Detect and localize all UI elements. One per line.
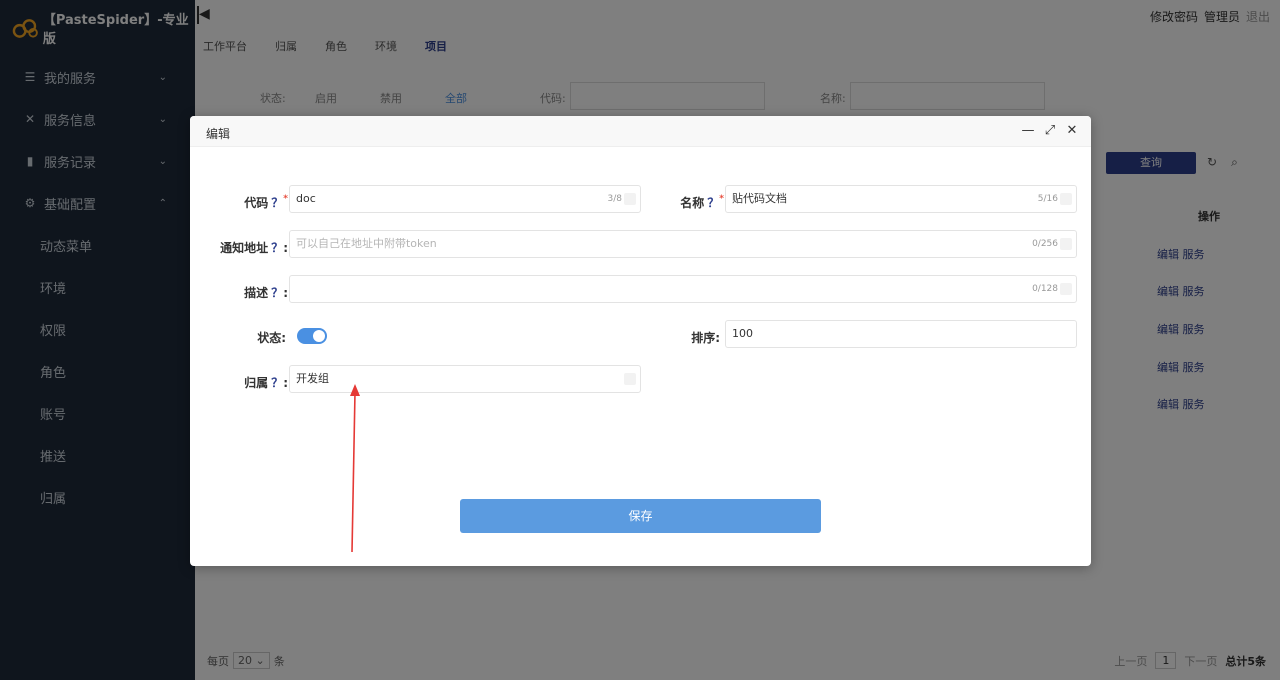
- code-label: 代码 ？*: [244, 194, 288, 210]
- close-icon[interactable]: ✕: [1065, 123, 1079, 139]
- sort-label: 排序:: [691, 331, 720, 345]
- char-counter: 5/16: [1037, 194, 1058, 204]
- owner-label: 归属？:: [244, 376, 288, 390]
- char-counter: 3/8: [607, 194, 622, 204]
- save-button[interactable]: 保存: [460, 499, 821, 533]
- sort-input-value: 100: [732, 327, 753, 340]
- help-icon[interactable]: ？: [271, 376, 283, 390]
- notify-url-label: 通知地址？:: [220, 241, 288, 255]
- description-input[interactable]: 0/128: [289, 275, 1077, 303]
- help-icon[interactable]: ？: [271, 196, 283, 210]
- edit-dialog: 编辑 — ⤢ ✕ 代码 ？* doc 3/8 名称 ？* 贴代码文档 5/16 通知…: [190, 116, 1091, 566]
- maximize-icon[interactable]: ⤢: [1043, 123, 1057, 139]
- sort-input[interactable]: 100: [725, 320, 1077, 348]
- notify-url-placeholder: 可以自己在地址中附带token: [296, 237, 437, 250]
- name-input-value: 贴代码文档: [732, 192, 787, 205]
- clear-icon[interactable]: [624, 193, 636, 205]
- annotation-arrow-icon: [350, 384, 360, 553]
- clear-icon[interactable]: [624, 373, 636, 385]
- minimize-icon[interactable]: —: [1021, 123, 1035, 139]
- clear-icon[interactable]: [1060, 283, 1072, 295]
- help-icon[interactable]: ？: [271, 241, 283, 255]
- name-label: 名称 ？*: [680, 194, 724, 210]
- notify-url-input[interactable]: 可以自己在地址中附带token 0/256: [289, 230, 1077, 258]
- name-input[interactable]: 贴代码文档 5/16: [725, 185, 1077, 213]
- status-label: 状态:: [257, 331, 286, 345]
- toggle-knob: [313, 330, 325, 342]
- help-icon[interactable]: ？: [707, 196, 719, 210]
- required-mark: *: [719, 194, 724, 204]
- description-label: 描述？:: [244, 286, 288, 300]
- dialog-controls: — ⤢ ✕: [1021, 123, 1079, 139]
- code-input[interactable]: doc 3/8: [289, 185, 641, 213]
- dialog-header: 编辑 — ⤢ ✕: [190, 116, 1091, 147]
- char-counter: 0/128: [1032, 284, 1058, 294]
- required-mark: *: [283, 194, 288, 204]
- clear-icon[interactable]: [1060, 238, 1072, 250]
- owner-select-value: 开发组: [296, 372, 329, 385]
- status-toggle[interactable]: [297, 328, 327, 344]
- char-counter: 0/256: [1032, 239, 1058, 249]
- code-input-value: doc: [296, 192, 316, 205]
- help-icon[interactable]: ？: [271, 286, 283, 300]
- dialog-title: 编辑: [206, 127, 231, 141]
- clear-icon[interactable]: [1060, 193, 1072, 205]
